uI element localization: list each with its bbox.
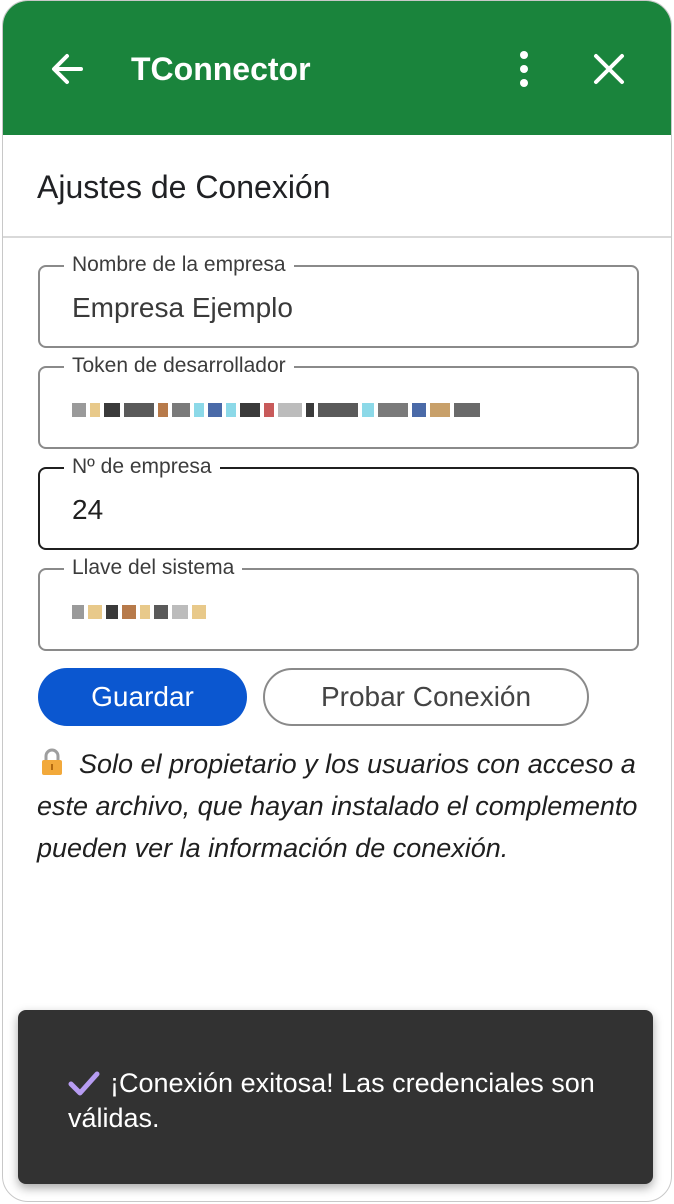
system-key-field[interactable]: Llave del sistema <box>38 555 639 651</box>
developer-token-field[interactable]: Token de desarrollador <box>38 353 639 449</box>
toast-text: ¡Conexión exitosa! Las credenciales son … <box>68 1068 595 1133</box>
test-connection-button[interactable]: Probar Conexión <box>263 668 589 726</box>
company-number-field[interactable]: Nº de empresa 24 <box>38 454 639 550</box>
company-name-label: Nombre de la empresa <box>64 252 294 278</box>
privacy-notice: Solo el propietario y los usuarios con a… <box>37 743 649 869</box>
section-title: Ajustes de Conexión <box>37 169 331 205</box>
developer-token-label: Token de desarrollador <box>64 353 294 379</box>
app-title: TConnector <box>131 51 311 87</box>
lock-icon <box>42 748 62 775</box>
arrow-left-icon <box>52 54 83 84</box>
company-number-value: 24 <box>72 494 104 525</box>
back-button[interactable] <box>39 41 95 97</box>
success-toast: ¡Conexión exitosa! Las credenciales son … <box>18 1010 653 1184</box>
developer-token-redacted <box>72 396 480 424</box>
more-vertical-icon <box>520 51 528 87</box>
toast-message: ¡Conexión exitosa! Las credenciales son … <box>68 1066 628 1136</box>
privacy-notice-text: Solo el propietario y los usuarios con a… <box>37 749 638 863</box>
close-icon <box>594 54 624 84</box>
system-key-label: Llave del sistema <box>64 555 243 581</box>
company-name-field[interactable]: Nombre de la empresa Empresa Ejemplo <box>38 252 639 348</box>
company-number-label: Nº de empresa <box>64 454 220 480</box>
company-name-value: Empresa Ejemplo <box>72 292 293 323</box>
save-button[interactable]: Guardar <box>38 668 247 726</box>
section-divider <box>3 236 671 238</box>
check-icon <box>68 1071 100 1096</box>
app-header: TConnector <box>3 1 671 135</box>
more-options-button[interactable] <box>499 41 549 97</box>
close-button[interactable] <box>581 41 637 97</box>
system-key-redacted <box>72 598 206 626</box>
